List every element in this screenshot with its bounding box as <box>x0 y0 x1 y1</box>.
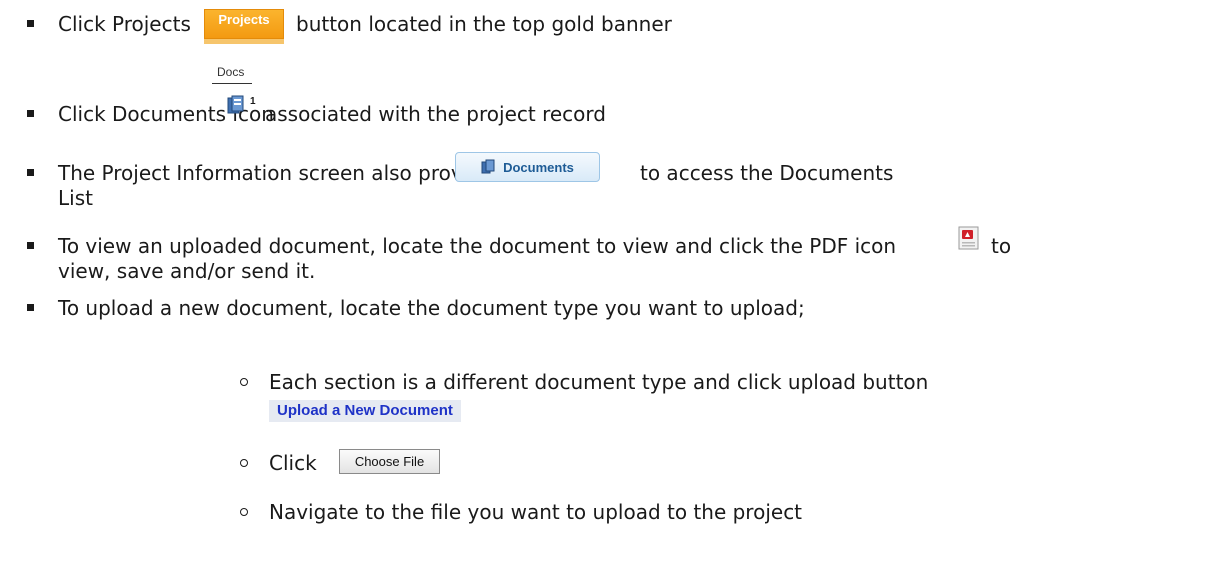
sub-bullet-marker <box>240 378 248 386</box>
documents-icon[interactable] <box>226 94 248 116</box>
docs-column-header: Docs <box>217 65 245 79</box>
documents-icon <box>481 159 495 174</box>
bullet-marker <box>27 304 34 311</box>
sub-instruction-line: Each section is a different document typ… <box>269 370 929 394</box>
instruction-line: To view an uploaded document, locate the… <box>58 234 897 258</box>
upload-new-document-button[interactable]: Upload a New Document <box>269 400 461 422</box>
instruction-line: List <box>58 186 93 210</box>
sub-instruction-line: Click <box>269 451 317 475</box>
documents-button-label: Documents <box>503 159 574 175</box>
projects-button-shadow <box>204 39 284 44</box>
bullet-marker <box>27 169 34 176</box>
sub-bullet-marker <box>240 508 248 516</box>
instruction-line: To upload a new document, locate the doc… <box>58 296 805 320</box>
docs-count-badge: 1 <box>250 96 256 107</box>
bullet-marker <box>27 242 34 249</box>
projects-button[interactable]: Projects <box>204 9 284 39</box>
documents-button[interactable]: Documents <box>455 152 600 182</box>
sub-instruction-line: Navigate to the file you want to upload … <box>269 500 803 524</box>
choose-file-button[interactable]: Choose File <box>339 449 440 474</box>
instruction-line: to <box>991 234 1012 258</box>
docs-header-rule <box>212 83 252 84</box>
bullet-marker <box>27 20 34 27</box>
pdf-icon[interactable] <box>958 226 979 250</box>
instruction-line: view, save and/or send it. <box>58 259 316 283</box>
bullet-marker <box>27 110 34 117</box>
instruction-line: Click Projects <box>58 12 191 36</box>
instruction-line: button located in the top gold banner <box>296 12 672 36</box>
instruction-line: associated with the project record <box>265 102 606 126</box>
instruction-line: to access the Documents <box>640 161 894 185</box>
sub-bullet-marker <box>240 459 248 467</box>
